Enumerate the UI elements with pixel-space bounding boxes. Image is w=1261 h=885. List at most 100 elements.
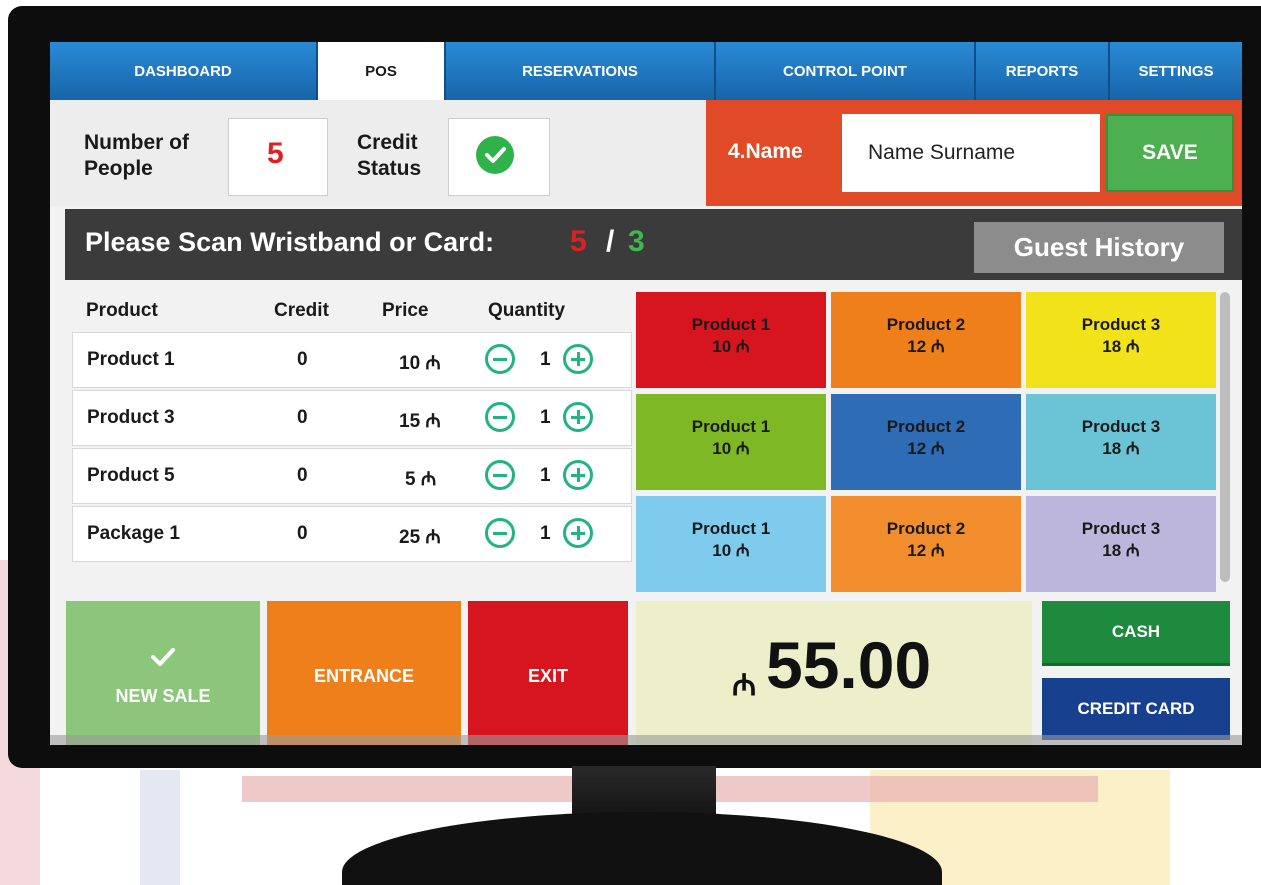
tile-name: Product 1 bbox=[691, 417, 771, 436]
entrance-button[interactable]: ENTRANCE bbox=[267, 601, 461, 745]
product-tile[interactable]: Product 3 18 ₼ bbox=[1026, 496, 1216, 592]
product-credit: 0 bbox=[297, 349, 308, 370]
tile-price: 12 ₼ bbox=[907, 337, 945, 356]
tab-reports[interactable]: REPORTS bbox=[976, 42, 1110, 100]
product-tile[interactable]: Product 2 12 ₼ bbox=[831, 496, 1021, 592]
tile-name: Product 3 bbox=[1081, 315, 1161, 334]
guest-history-button[interactable]: Guest History bbox=[974, 222, 1224, 273]
header-product: Product bbox=[86, 300, 158, 321]
table-row[interactable]: Package 1 0 25 ₼ 1 bbox=[72, 506, 632, 562]
product-name: Package 1 bbox=[87, 523, 180, 544]
tile-name: Product 1 bbox=[691, 519, 771, 538]
total-panel: ₼ 55.00 bbox=[636, 601, 1032, 745]
tile-price: 10 ₼ bbox=[712, 439, 750, 458]
tab-dashboard[interactable]: DASHBOARD bbox=[50, 42, 318, 100]
product-quantity: 1 bbox=[540, 523, 551, 544]
table-row[interactable]: Product 5 0 5 ₼ 1 bbox=[72, 448, 632, 504]
scan-total: 3 bbox=[628, 225, 645, 258]
product-price: 10 ₼ bbox=[399, 353, 441, 374]
product-name: Product 1 bbox=[87, 349, 175, 370]
background-stripe-blue bbox=[140, 770, 180, 885]
tile-price: 12 ₼ bbox=[907, 541, 945, 560]
tab-bar: DASHBOARD POS RESERVATIONS CONTROL POINT… bbox=[50, 42, 1242, 100]
product-credit: 0 bbox=[297, 523, 308, 544]
scanned-count: 5 bbox=[570, 225, 587, 258]
product-quantity: 1 bbox=[540, 349, 551, 370]
check-icon bbox=[476, 136, 514, 174]
exit-button[interactable]: EXIT bbox=[468, 601, 628, 745]
tile-name: Product 3 bbox=[1081, 519, 1161, 538]
product-tile[interactable]: Product 3 18 ₼ bbox=[1026, 394, 1216, 490]
screen-bottom-edge bbox=[50, 735, 1242, 745]
tile-price: 12 ₼ bbox=[907, 439, 945, 458]
minus-icon[interactable] bbox=[485, 402, 515, 432]
tile-price: 18 ₼ bbox=[1102, 541, 1140, 560]
tile-name: Product 2 bbox=[886, 315, 966, 334]
plus-icon[interactable] bbox=[563, 460, 593, 490]
name-input[interactable] bbox=[842, 114, 1100, 192]
tile-name: Product 3 bbox=[1081, 417, 1161, 436]
product-price: 15 ₼ bbox=[399, 411, 441, 432]
product-price: 25 ₼ bbox=[399, 527, 441, 548]
table-row[interactable]: Product 1 0 10 ₼ 1 bbox=[72, 332, 632, 388]
people-count-box[interactable]: 5 bbox=[228, 118, 328, 196]
tile-price: 18 ₼ bbox=[1102, 337, 1140, 356]
product-quantity: 1 bbox=[540, 465, 551, 486]
new-sale-button[interactable]: NEW SALE bbox=[66, 601, 260, 745]
header-price: Price bbox=[382, 300, 429, 321]
new-sale-label: NEW SALE bbox=[115, 685, 211, 706]
product-tile[interactable]: Product 3 18 ₼ bbox=[1026, 292, 1216, 388]
tile-price: 10 ₼ bbox=[712, 337, 750, 356]
name-panel: 4.Name SAVE bbox=[706, 100, 1242, 206]
credit-status-label: Credit Status bbox=[357, 130, 421, 182]
product-name: Product 5 bbox=[87, 465, 175, 486]
minus-icon[interactable] bbox=[485, 518, 515, 548]
product-name: Product 3 bbox=[87, 407, 175, 428]
plus-icon[interactable] bbox=[563, 518, 593, 548]
product-tile[interactable]: Product 1 10 ₼ bbox=[636, 496, 826, 592]
product-tile[interactable]: Product 1 10 ₼ bbox=[636, 394, 826, 490]
tile-name: Product 2 bbox=[886, 519, 966, 538]
name-label: 4.Name bbox=[728, 140, 803, 163]
credit-label-line1: Credit bbox=[357, 131, 418, 154]
header-credit: Credit bbox=[274, 300, 329, 321]
scan-bar: Please Scan Wristband or Card: 5 / 3 Gue… bbox=[65, 209, 1242, 280]
product-credit: 0 bbox=[297, 465, 308, 486]
product-credit: 0 bbox=[297, 407, 308, 428]
tab-pos[interactable]: POS bbox=[318, 42, 446, 100]
tab-settings[interactable]: SETTINGS bbox=[1110, 42, 1242, 100]
people-count: 5 bbox=[267, 137, 284, 170]
product-tile[interactable]: Product 2 12 ₼ bbox=[831, 394, 1021, 490]
tile-price: 10 ₼ bbox=[712, 541, 750, 560]
people-label-line1: Number of bbox=[84, 131, 189, 154]
tiles-scrollbar[interactable] bbox=[1220, 292, 1230, 582]
minus-icon[interactable] bbox=[485, 344, 515, 374]
product-tile[interactable]: Product 1 10 ₼ bbox=[636, 292, 826, 388]
product-tile[interactable]: Product 2 12 ₼ bbox=[831, 292, 1021, 388]
scan-separator: / bbox=[606, 225, 615, 258]
credit-status-box bbox=[448, 118, 550, 196]
header-quantity: Quantity bbox=[488, 300, 566, 321]
tab-reservations[interactable]: RESERVATIONS bbox=[446, 42, 716, 100]
people-label-line2: People bbox=[84, 157, 153, 180]
tile-name: Product 1 bbox=[691, 315, 771, 334]
minus-icon[interactable] bbox=[485, 460, 515, 490]
credit-label-line2: Status bbox=[357, 157, 422, 180]
credit-card-button[interactable]: CREDIT CARD bbox=[1042, 678, 1230, 740]
pos-screen: DASHBOARD POS RESERVATIONS CONTROL POINT… bbox=[50, 42, 1242, 745]
product-quantity: 1 bbox=[540, 407, 551, 428]
currency-symbol: ₼ bbox=[732, 669, 757, 702]
cash-button[interactable]: CASH bbox=[1042, 601, 1230, 666]
total-amount: 55.00 bbox=[766, 628, 932, 702]
people-label: Number of People bbox=[84, 130, 189, 182]
plus-icon[interactable] bbox=[563, 402, 593, 432]
monitor-frame: DASHBOARD POS RESERVATIONS CONTROL POINT… bbox=[8, 6, 1261, 768]
check-icon bbox=[151, 647, 175, 666]
plus-icon[interactable] bbox=[563, 344, 593, 374]
tile-price: 18 ₼ bbox=[1102, 439, 1140, 458]
table-row[interactable]: Product 3 0 15 ₼ 1 bbox=[72, 390, 632, 446]
tile-name: Product 2 bbox=[886, 417, 966, 436]
monitor-base bbox=[342, 812, 942, 885]
save-button[interactable]: SAVE bbox=[1106, 114, 1234, 192]
tab-control-point[interactable]: CONTROL POINT bbox=[716, 42, 976, 100]
